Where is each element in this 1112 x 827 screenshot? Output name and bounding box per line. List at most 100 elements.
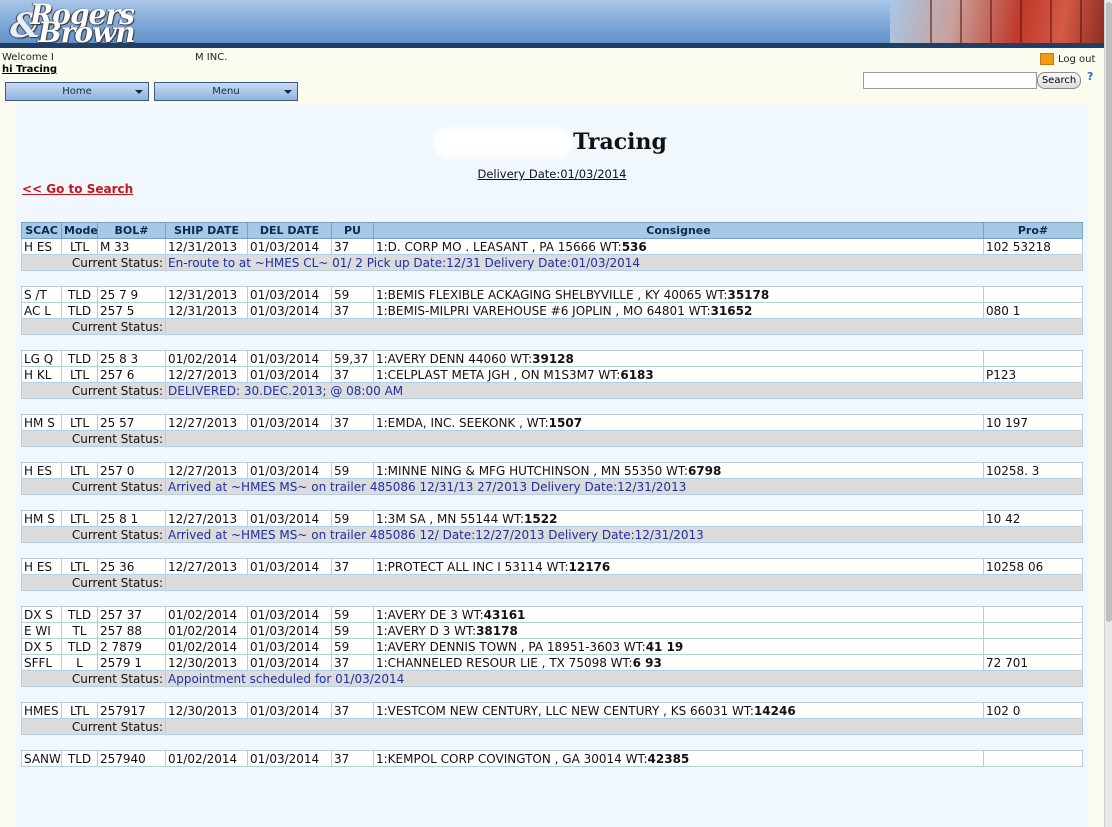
consignee-cell: 1:D. CORP MO . LEASANT , PA 15666 WT:536 [373, 238, 984, 255]
bol-cell: 257 37 [97, 606, 166, 623]
del-date-cell: 01/03/2014 [247, 510, 332, 527]
mode-cell: TLD [61, 638, 98, 655]
scac-cell: HM S [21, 510, 62, 527]
table-row[interactable]: SANW TLD 257940 01/02/2014 01/03/2014 37 1:KEM… [21, 750, 1083, 767]
column-header: Consignee [373, 222, 984, 239]
ship-date-cell: 12/30/2013 [165, 702, 248, 719]
pro-number-cell: P123 [983, 366, 1083, 383]
ship-date-cell: 12/27/2013 [165, 414, 248, 431]
current-status-value: Arrived at ~HMES MS~ on trailer 485086 1… [165, 526, 1083, 543]
pu-cell: 59,37 [331, 350, 374, 367]
scac-cell: E WI [21, 622, 62, 639]
help-icon[interactable]: ? [1087, 70, 1093, 83]
consignee-cell: 1:BEMIS-MILPRI VAREHOUSE #6 JOPLIN , MO … [373, 302, 984, 319]
table-row[interactable]: HM S LTL 25 57 12/27/2013 01/03/2014 37 1:EMDA… [21, 414, 1083, 431]
table-row[interactable]: AC L TLD 257 5 12/31/2013 01/03/2014 37 1:BEMI… [21, 302, 1083, 319]
table-row[interactable]: LG Q TLD 25 8 3 01/02/2014 01/03/2014 59,37 1:… [21, 350, 1083, 367]
table-row[interactable]: SFFL L 2579 1 12/30/2013 01/03/2014 37 1:CHANN… [21, 654, 1083, 671]
table-row[interactable]: HM S LTL 25 8 1 12/27/2013 01/03/2014 59 1:3M … [21, 510, 1083, 527]
weight-value: 1507 [548, 415, 583, 430]
table-row[interactable]: DX 5 TLD 2 7879 01/02/2014 01/03/2014 59 1:AVE… [21, 638, 1083, 655]
bol-cell: 25 7 9 [97, 286, 166, 303]
status-row: Current Status: [21, 574, 1083, 591]
current-status-value [165, 718, 1083, 735]
pu-cell: 37 [331, 414, 374, 431]
table-row[interactable]: H ES LTL 25 36 12/27/2013 01/03/2014 37 1:PROT… [21, 558, 1083, 575]
consignee-text: 1:EMDA, INC. SEEKONK , WT: [376, 415, 549, 430]
table-row[interactable]: DX S TLD 257 37 01/02/2014 01/03/2014 59 1:AVE… [21, 606, 1083, 623]
del-date-cell: 01/03/2014 [247, 414, 332, 431]
weight-value: 6 93 [632, 655, 662, 670]
pro-number-cell: 72 701 [983, 654, 1083, 671]
scac-cell: HMES [21, 702, 62, 719]
spacer-cell [21, 446, 1083, 463]
spacer-cell [21, 542, 1083, 559]
tracing-panel: Tracing Delivery Date:01/03/2014 << Go t… [16, 105, 1088, 827]
bol-cell: 257940 [97, 750, 166, 767]
mode-cell: LTL [61, 462, 98, 479]
mode-cell: LTL [61, 558, 98, 575]
ship-date-cell: 01/02/2014 [165, 622, 248, 639]
mode-cell: TL [61, 622, 98, 639]
table-row[interactable]: E WI TL 257 88 01/02/2014 01/03/2014 59 1:AVER… [21, 622, 1083, 639]
search-input[interactable] [863, 72, 1037, 89]
bol-cell: 257 88 [97, 622, 166, 639]
pro-number-cell: 10258. 3 [983, 462, 1083, 479]
pu-cell: 37 [331, 702, 374, 719]
current-status-label: Current Status: [21, 670, 166, 687]
scac-cell: H KL [21, 366, 62, 383]
bol-cell: 2 7879 [97, 638, 166, 655]
site-header: & Rogers Brown [0, 0, 1104, 48]
home-menu-button[interactable]: Home [5, 82, 149, 101]
table-row[interactable]: H ES LTL 257 0 12/27/2013 01/03/2014 59 1:MINN… [21, 462, 1083, 479]
table-row[interactable]: H ES LTL M 33 12/31/2013 01/03/2014 37 1:D. CO… [21, 238, 1083, 255]
logout-link[interactable]: Log out [1040, 53, 1095, 65]
consignee-cell: 1:BEMIS FLEXIBLE ACKAGING SHELBYVILLE , … [373, 286, 984, 303]
pro-number-cell [983, 622, 1083, 639]
bol-cell: 257 6 [97, 366, 166, 383]
del-date-cell: 01/03/2014 [247, 750, 332, 767]
consignee-text: 1:PROTECT ALL INC I 53114 WT: [376, 559, 569, 574]
weight-value: 39128 [532, 351, 574, 366]
weight-value: 12176 [568, 559, 611, 574]
spacer-row [21, 334, 1083, 351]
spacer-cell [21, 398, 1083, 415]
ship-date-cell: 01/02/2014 [165, 606, 248, 623]
del-date-cell: 01/03/2014 [247, 622, 332, 639]
status-row: Current Status: [21, 430, 1083, 447]
status-row: Current Status: [21, 718, 1083, 735]
pu-cell: 59 [331, 622, 374, 639]
mode-cell: LTL [61, 702, 98, 719]
bol-cell: 25 36 [97, 558, 166, 575]
chevron-down-icon [135, 90, 143, 94]
consignee-text: 1:3M SA , MN 55144 WT: [376, 511, 525, 526]
pu-cell: 59 [331, 286, 374, 303]
table-row[interactable]: H KL LTL 257 6 12/27/2013 01/03/2014 37 1:CELP… [21, 366, 1083, 383]
pro-number-cell [983, 750, 1083, 767]
scrollbar-thumb[interactable] [1106, 2, 1112, 622]
mode-cell: TLD [61, 286, 98, 303]
bol-cell: 25 8 1 [97, 510, 166, 527]
status-row: Current Status: En-route to at ~HMES CL~ … [21, 254, 1083, 271]
spacer-row [21, 686, 1083, 703]
table-row[interactable]: HMES LTL 257917 12/30/2013 01/03/2014 37 1:VES… [21, 702, 1083, 719]
current-status-value [165, 574, 1083, 591]
breadcrumb-link[interactable]: hi Tracing [2, 64, 57, 75]
page-title-text: Tracing [573, 129, 667, 155]
weight-value: 31652 [710, 303, 753, 318]
company-name: M INC. [195, 52, 228, 63]
home-menu-label: Home [62, 86, 92, 97]
table-row[interactable]: S /T TLD 25 7 9 12/31/2013 01/03/2014 59 1:BEM… [21, 286, 1083, 303]
column-header: SCAC [21, 222, 62, 239]
consignee-text: 1:AVERY DE 3 WT: [376, 607, 484, 622]
spacer-row [21, 590, 1083, 607]
spacer-row [21, 542, 1083, 559]
main-menu-button[interactable]: Menu [154, 82, 298, 101]
vertical-scrollbar[interactable] [1104, 0, 1112, 827]
del-date-cell: 01/03/2014 [247, 286, 332, 303]
mode-cell: L [61, 654, 98, 671]
go-to-search-link[interactable]: << Go to Search [22, 182, 133, 196]
mode-cell: TLD [61, 350, 98, 367]
search-button[interactable]: Search [1037, 72, 1081, 89]
weight-value: 35178 [727, 287, 770, 302]
